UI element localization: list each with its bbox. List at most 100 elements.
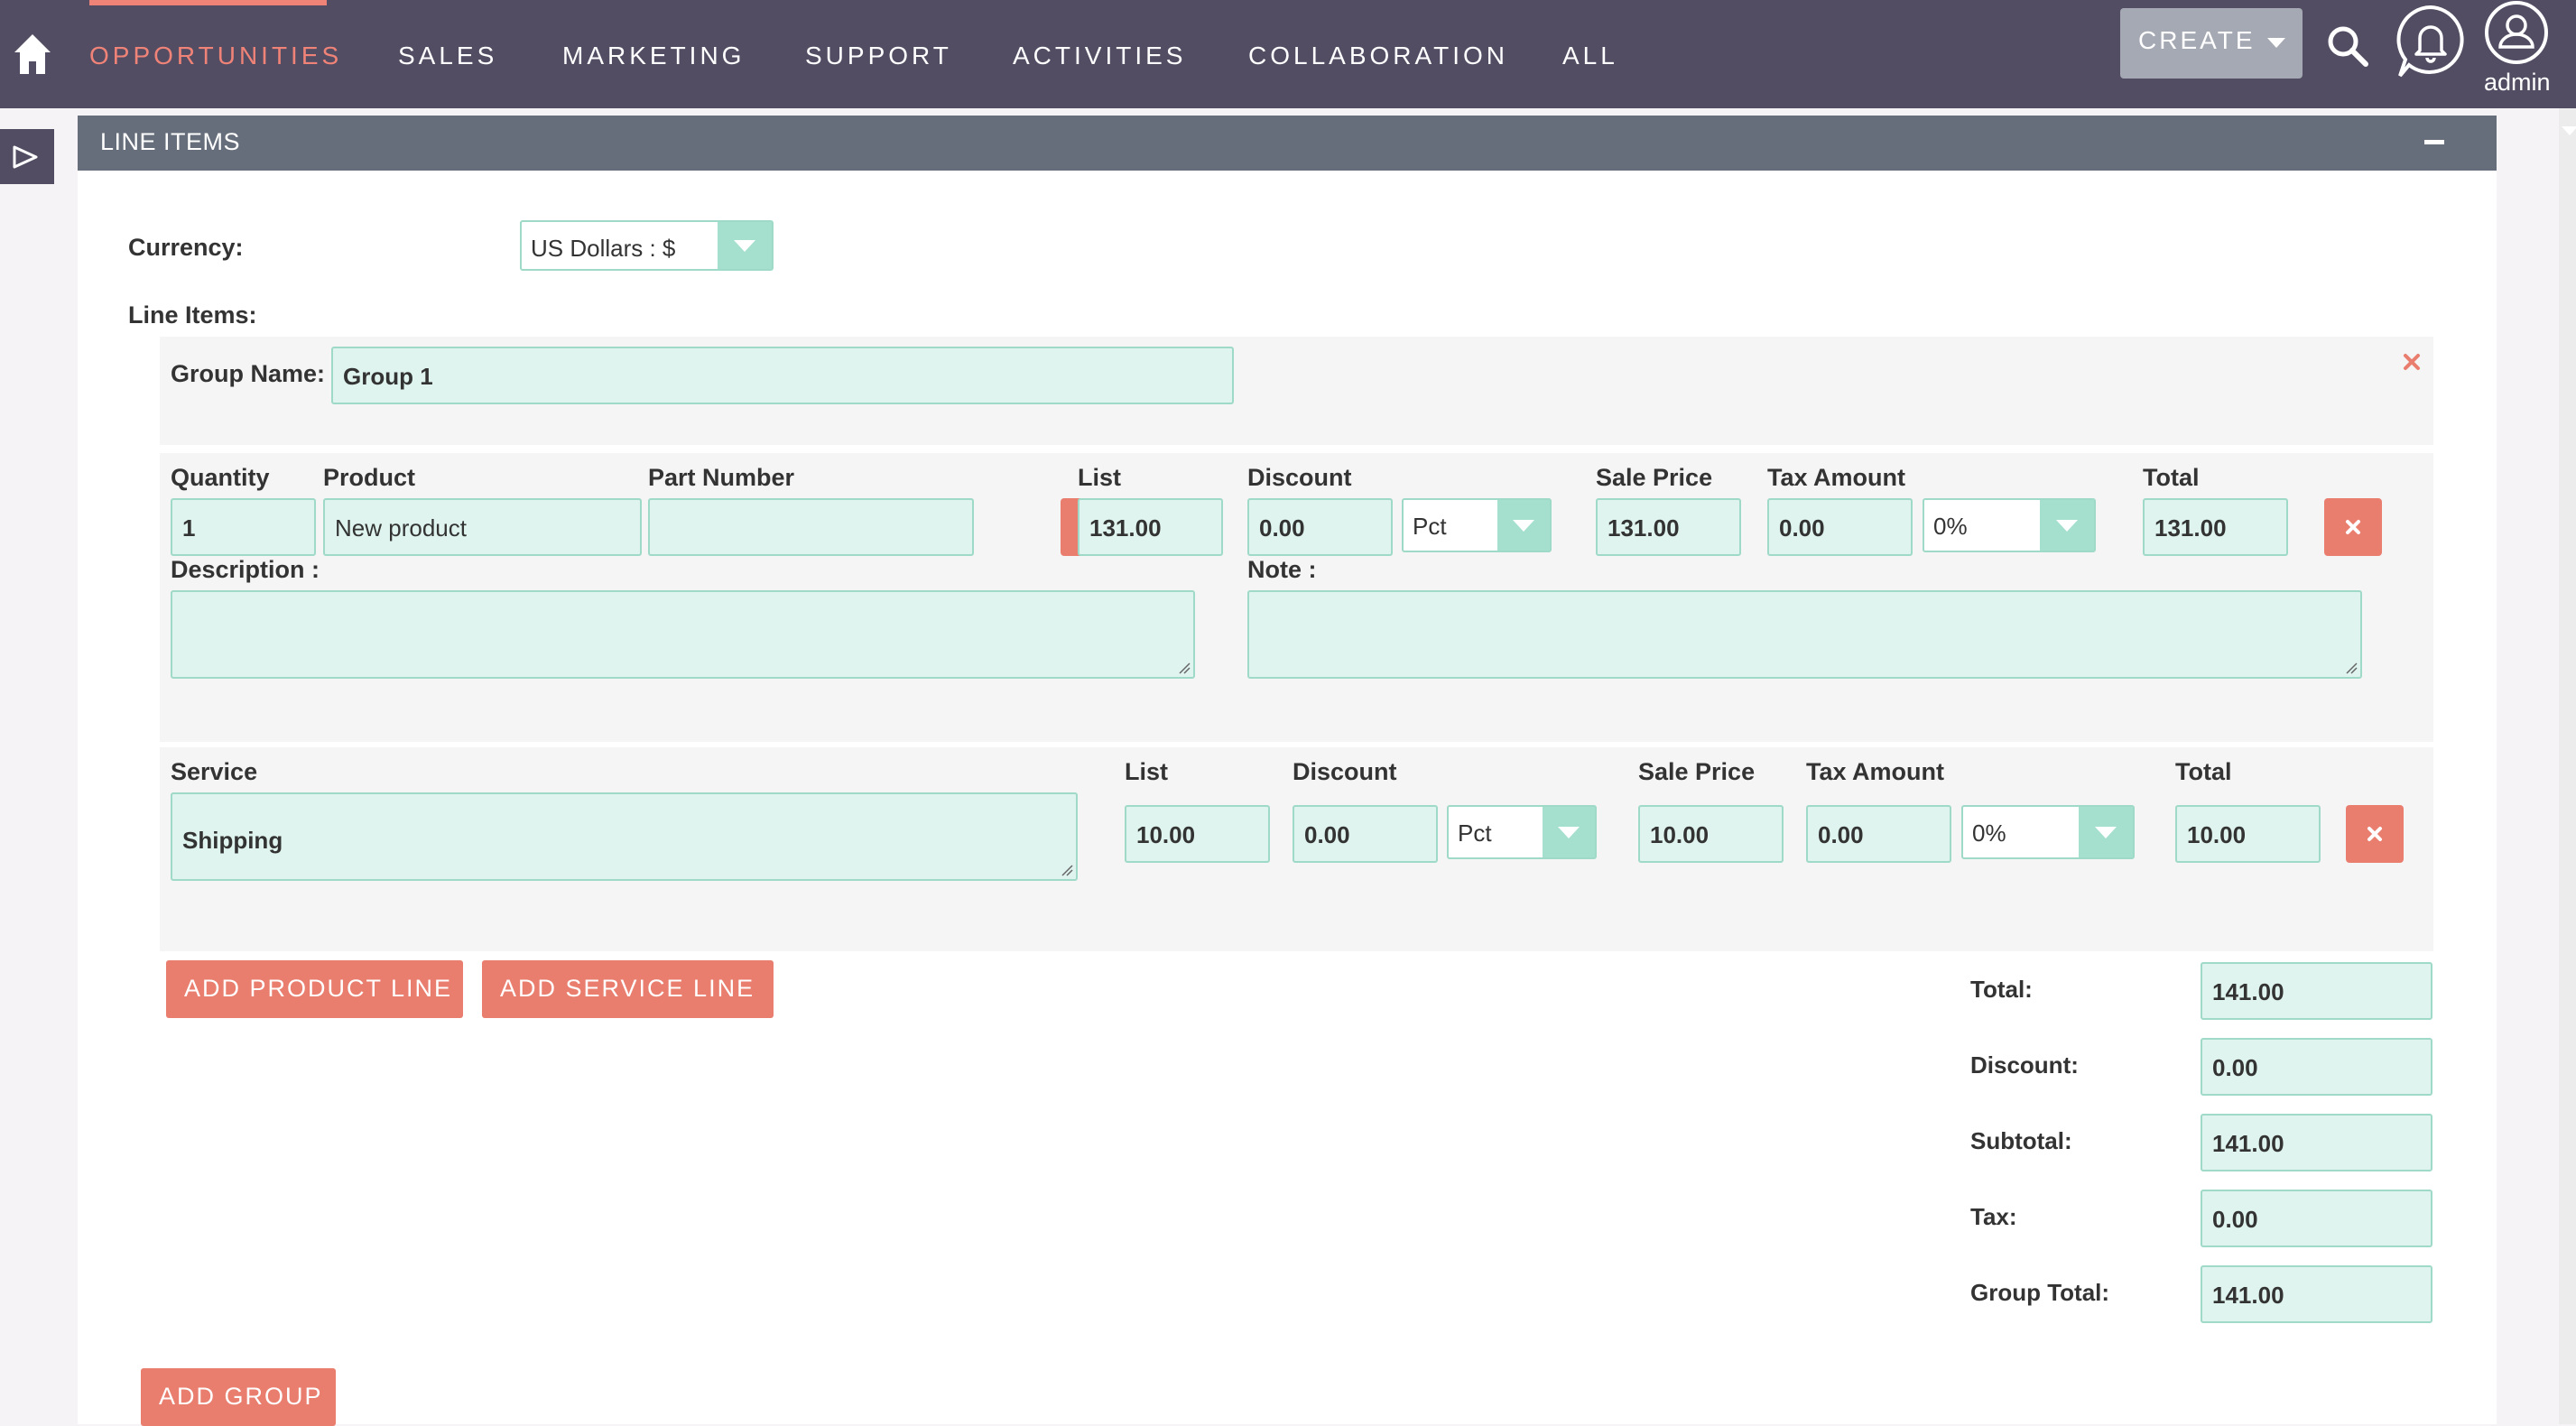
nav-activities[interactable]: ACTIVITIES [1013,42,1186,70]
currency-label: Currency: [128,234,244,261]
chevron-down-icon [734,240,755,252]
notification-bell-icon[interactable] [2395,4,2467,79]
group-total-input[interactable]: 141.00 [2201,1265,2432,1323]
currency-select[interactable]: US Dollars : $ [520,220,774,271]
tax-rate-value: 0% [1933,513,1968,540]
sale-price-input[interactable]: 131.00 [1596,498,1741,556]
header-service-discount: Discount [1293,758,1397,785]
service-discount-input[interactable]: 0.00 [1293,805,1438,863]
page-scrollbar[interactable] [2559,108,2576,1424]
discount-input[interactable]: 0.00 [1247,498,1393,556]
user-avatar-icon[interactable] [2482,0,2551,65]
add-service-line-button[interactable]: ADD SERVICE LINE [482,960,774,1018]
chevron-down-icon [2056,520,2078,532]
group-total-before-tax[interactable]: 141.00 [2201,962,2432,1020]
caret-down-icon [2267,38,2285,48]
group-name-input[interactable]: Group 1 [331,347,1234,404]
note-label: Note : [1247,556,1317,583]
active-tab-indicator [89,0,327,5]
dropdown-toggle [1497,500,1550,551]
header-service: Service [171,758,258,785]
service-tax-amount-input[interactable]: 0.00 [1806,805,1951,863]
close-icon [2368,827,2382,841]
chevron-down-icon [2095,827,2117,838]
service-sale-price-input[interactable]: 10.00 [1638,805,1784,863]
search-icon[interactable] [2325,23,2370,69]
nav-all[interactable]: ALL [1562,42,1618,70]
dropdown-toggle [2079,807,2133,857]
create-label: CREATE [2138,26,2256,54]
header-total: Total [2143,464,2200,491]
nav-opportunities[interactable]: OPPORTUNITIES [89,42,342,70]
service-textarea[interactable]: Shipping [171,792,1078,881]
header-quantity: Quantity [171,464,270,491]
discount-type-select[interactable]: Pct [1402,498,1552,552]
nav-collaboration[interactable]: COLLABORATION [1248,42,1508,70]
create-button[interactable]: CREATE [2120,8,2303,79]
group-header: Group Name: Group 1 [160,337,2433,445]
nav-support[interactable]: SUPPORT [805,42,952,70]
add-group-button[interactable]: ADD GROUP [141,1368,336,1426]
resize-grip-icon[interactable] [1178,662,1191,674]
note-textarea[interactable] [1247,590,2362,679]
list-price-input[interactable]: 131.00 [1078,498,1223,556]
tax-amount-input[interactable]: 0.00 [1767,498,1913,556]
resize-grip-icon[interactable] [2345,662,2358,674]
top-navigation: OPPORTUNITIES SALES MARKETING SUPPORT AC… [0,0,2576,108]
header-service-total: Total [2175,758,2232,785]
service-value: Shipping [182,827,283,854]
header-service-list: List [1125,758,1169,785]
header-list: List [1078,464,1122,491]
service-discount-type-value: Pct [1458,819,1492,847]
service-tax-rate-select[interactable]: 0% [1961,805,2135,859]
subtotal-input[interactable]: 141.00 [2201,1114,2432,1171]
dropdown-toggle [718,222,772,269]
line-items-label: Line Items: [128,301,257,329]
add-product-line-button[interactable]: ADD PRODUCT LINE [166,960,463,1018]
service-tax-rate-value: 0% [1972,819,2006,847]
resize-grip-icon[interactable] [1061,864,1073,876]
panel-header[interactable]: LINE ITEMS [78,116,2497,171]
header-part-number: Part Number [648,464,795,491]
description-label: Description : [171,556,320,583]
discount-type-value: Pct [1413,513,1447,540]
discount-total-input[interactable]: 0.00 [2201,1038,2432,1096]
collapse-icon[interactable] [2424,140,2444,144]
tax-label: Tax: [1970,1203,2017,1230]
tax-rate-select[interactable]: 0% [1923,498,2096,552]
line-items-panel: LINE ITEMS Currency: US Dollars : $ Line… [78,116,2497,1426]
nav-marketing[interactable]: MARKETING [562,42,745,70]
dropdown-toggle [2040,500,2094,551]
header-sale-price: Sale Price [1596,464,1713,491]
line-total-input[interactable]: 131.00 [2143,498,2288,556]
description-textarea[interactable] [171,590,1195,679]
total-label: Total: [1970,976,2033,1003]
currency-value: US Dollars : $ [531,235,676,262]
user-name[interactable]: admin [2484,69,2551,97]
tax-input[interactable]: 0.00 [2201,1190,2432,1247]
header-service-sale-price: Sale Price [1638,758,1756,785]
product-input[interactable]: New product [323,498,642,556]
discount-total-label: Discount: [1970,1051,2079,1079]
service-total-input[interactable]: 10.00 [2175,805,2321,863]
play-arrow-icon [13,145,38,169]
remove-service-line-button[interactable] [2346,805,2404,863]
part-number-input[interactable] [648,498,974,556]
group-total-label: Group Total: [1970,1279,2110,1306]
quantity-input[interactable]: 1 [171,498,316,556]
chevron-down-icon [2562,126,2576,135]
header-service-tax-amount: Tax Amount [1806,758,1944,785]
subtotal-label: Subtotal: [1970,1127,2072,1154]
home-icon[interactable] [13,32,52,76]
remove-product-line-button[interactable] [2324,498,2382,556]
header-product: Product [323,464,416,491]
chevron-down-icon [1558,827,1580,838]
header-discount: Discount [1247,464,1352,491]
service-discount-type-select[interactable]: Pct [1447,805,1597,859]
product-line: Quantity Product Part Number List Discou… [160,453,2433,742]
nav-sales[interactable]: SALES [398,42,497,70]
remove-group-icon[interactable] [2402,352,2422,372]
group-name-label: Group Name: [171,360,326,387]
service-list-input[interactable]: 10.00 [1125,805,1270,863]
sidebar-toggle[interactable] [0,129,54,184]
